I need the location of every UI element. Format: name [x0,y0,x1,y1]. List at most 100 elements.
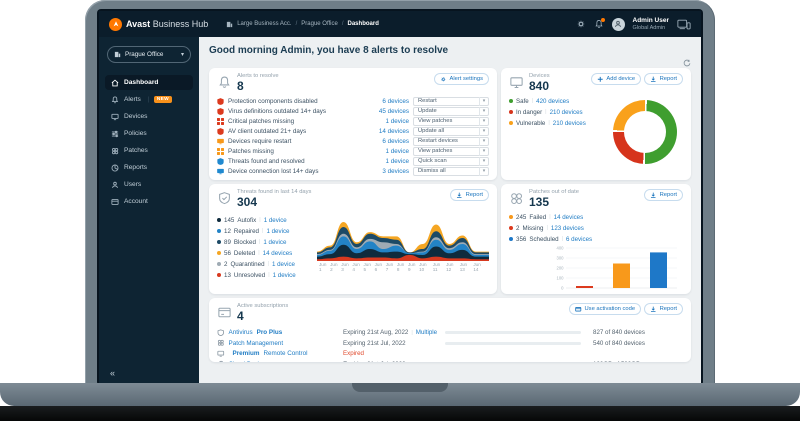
sliders-icon [111,130,119,138]
alert-action-select[interactable]: Update▾ [413,107,489,116]
alert-settings-button[interactable]: Alert settings [434,73,489,85]
legend-item: 2 Missing | 123 devices [509,223,683,233]
svg-text:300: 300 [557,255,565,260]
breadcrumb: Large Business Acc. / Prague Office / Da… [226,21,379,28]
subscriptions-card: Active subscriptions 4 Use activation co… [209,298,691,362]
building-icon [114,51,121,58]
devices-card-header: Devices 840 Add device [509,73,683,93]
report-button[interactable]: Report [644,303,683,315]
report-button[interactable]: Report [644,73,683,85]
sidebar-item-dashboard[interactable]: Dashboard [105,75,193,90]
threats-card-body: 145 Autofix | 1 device 12 Repaired [217,211,489,280]
user-block[interactable]: Admin User Global Admin [633,17,669,31]
subscription-name-link[interactable]: Patch Management [217,339,337,347]
plus-icon [597,76,604,83]
divider: | [259,239,260,245]
legend-count: 2 [224,261,227,268]
subscription-name-link[interactable]: Premium Remote Control [217,350,337,358]
subscription-status: Expiring 21st Aug, 2022 | Multiple [343,329,439,336]
notifications-bell[interactable] [594,19,604,29]
multiple-link[interactable]: Multiple [416,329,437,336]
usage-label: 120GB of 500GB [593,361,683,362]
usage-bar [445,331,581,334]
user-role: Global Admin [633,25,669,31]
building-icon [226,21,233,28]
alert-devices-link[interactable]: 45 devices [379,108,409,115]
alert-devices-link[interactable]: 6 devices [382,98,409,105]
alert-label: Protection components disabled [228,98,378,105]
gear-icon[interactable] [576,19,586,29]
subscription-name-link[interactable]: Cloud Backup [217,360,337,362]
legend-devices-link[interactable]: 210 devices [553,120,586,127]
report-button[interactable]: Report [450,189,489,201]
breadcrumb-site[interactable]: Prague Office [301,21,338,27]
sidebar-item-reports[interactable]: Reports [105,160,193,175]
alerts-count: 8 [237,80,279,94]
legend-devices-link[interactable]: 14 devices [263,250,293,257]
legend-devices-link[interactable]: 420 devices [536,98,569,105]
dashboard-main: Good morning Admin, you have 8 alerts to… [199,37,701,384]
bell-icon [217,75,232,90]
brand-logo[interactable]: Avast Business Hub [109,18,208,31]
legend-devices-link[interactable]: 14 devices [554,214,584,221]
legend-devices-link[interactable]: 1 device [273,272,296,279]
alert-action-select[interactable]: Quick scan▾ [413,157,489,166]
sidebar-item-label: Devices [124,113,147,120]
sidebar-item-account[interactable]: Account [105,194,193,209]
avatar[interactable] [612,18,625,31]
alert-action-select[interactable]: Restart▾ [413,97,489,106]
refresh-icon[interactable] [683,59,691,67]
alert-devices-link[interactable]: 3 devices [382,168,409,175]
alert-devices-link[interactable]: 6 devices [382,138,409,145]
patches-bar-svg: 0100200300400 [549,244,681,294]
legend-devices-link[interactable]: 210 devices [550,109,583,116]
divider: | [148,97,150,103]
user-name: Admin User [633,17,669,24]
sidebar-item-devices[interactable]: Devices [105,109,193,124]
status-text: Expiring 21st Aug, 2022 [343,329,408,336]
legend-dot [217,262,221,266]
legend-devices-link[interactable]: 1 device [266,228,289,235]
legend-devices-link[interactable]: 1 device [272,261,295,268]
sidebar-collapse-button[interactable]: « [110,369,115,378]
chevron-down-icon: ▾ [479,107,488,116]
report-button[interactable]: Report [644,189,683,201]
chevron-down-icon: ▾ [479,117,488,126]
devices-card-body: Safe | 420 devices In danger | 210 devic… [509,96,683,164]
alert-row: Patches missing 1 device View patches▾ [217,146,489,156]
home-icon [111,79,119,87]
sidebar-item-alerts[interactable]: Alerts | NEW [105,92,193,107]
devices-card: Devices 840 Add device [501,68,691,180]
name-plain: Cloud Backup [229,361,268,362]
sidebar-item-patches[interactable]: Patches [105,143,193,158]
subscription-name-link[interactable]: Antivirus Pro Plus [217,329,337,337]
alert-action-label: Restart [418,98,437,104]
alert-action-select[interactable]: View patches▾ [413,117,489,126]
legend-devices-link[interactable]: 1 device [264,217,287,224]
legend-item: 13 Unresolved | 1 device [217,270,313,280]
legend-devices-link[interactable]: 6 devices [566,236,592,243]
legend-devices-link[interactable]: 123 devices [551,225,584,232]
alert-action-select[interactable]: Restart devices▾ [413,137,489,146]
org-selector[interactable]: Prague Office ▾ [107,46,191,63]
sidebar-item-users[interactable]: Users [105,177,193,192]
add-device-button[interactable]: Add device [591,73,641,85]
breadcrumb-company[interactable]: Large Business Acc. [237,21,291,27]
devices-switcher-icon[interactable] [677,19,691,30]
alert-action-select[interactable]: View patches▾ [413,147,489,156]
devices-legend: Safe | 420 devices In danger | 210 devic… [509,96,586,164]
alert-action-select[interactable]: Dismiss all▾ [413,167,489,176]
add-device-label: Add device [606,76,635,82]
legend-dot [217,218,221,222]
legend-item: 356 Scheduled | 6 devices [509,234,683,244]
use-activation-code-button[interactable]: Use activation code [569,303,641,315]
alert-devices-link[interactable]: 1 device [386,148,409,155]
chevron-down-icon: ▾ [479,167,488,176]
legend-item: 2 Quarantined | 1 device [217,259,313,269]
alert-devices-link[interactable]: 14 devices [379,128,409,135]
legend-devices-link[interactable]: 1 device [263,239,286,246]
sidebar-item-policies[interactable]: Policies [105,126,193,141]
alert-devices-link[interactable]: 1 device [386,118,409,125]
alert-devices-link[interactable]: 1 device [386,158,409,165]
alert-action-select[interactable]: Update all▾ [413,127,489,136]
